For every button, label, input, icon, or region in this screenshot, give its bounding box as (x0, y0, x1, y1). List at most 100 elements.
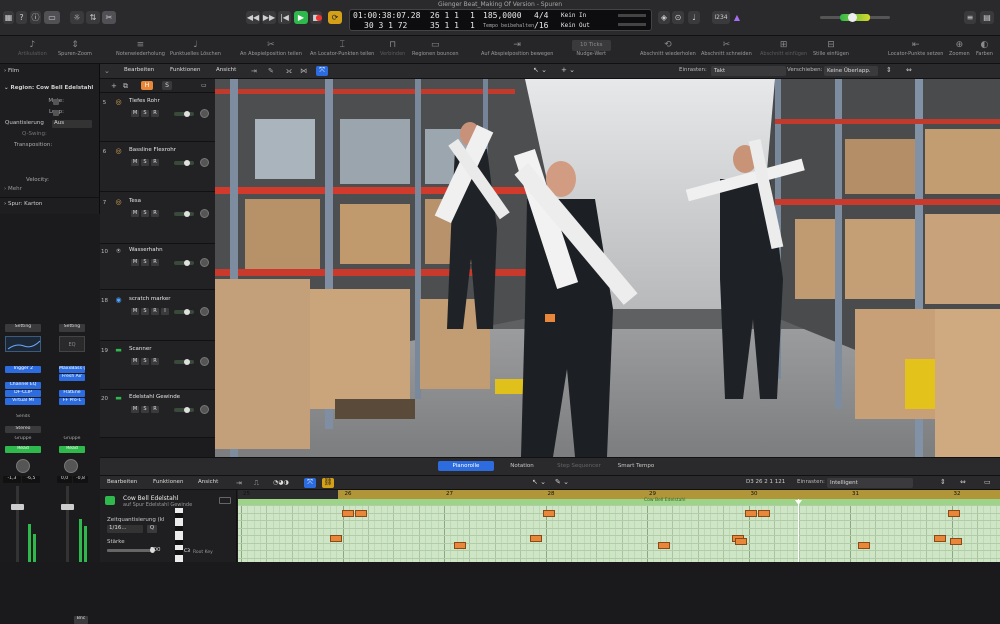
editor-scissors-icon[interactable]: ✂ (102, 11, 116, 24)
pr-link-icon[interactable]: ⛓ (322, 478, 334, 488)
tool-spot-erase[interactable]: ♩ Punktuelles Löschen (170, 40, 221, 57)
tool-bounce[interactable]: ▭ Regionen bouncen (412, 40, 459, 57)
volume-knob[interactable] (848, 13, 857, 22)
cpu-readout[interactable]: I234 (712, 11, 730, 24)
solo-button[interactable]: S (141, 307, 149, 315)
solo-button[interactable]: S (141, 406, 149, 413)
mute-button[interactable]: M (131, 109, 139, 117)
volume-knob[interactable] (184, 407, 190, 413)
track-header[interactable]: 20 ▬ Edelstahl Gewinde M S R (100, 390, 215, 438)
count-in-icon[interactable]: ⊙ (672, 11, 684, 24)
tab-smart-tempo[interactable]: Smart Tempo (612, 461, 660, 471)
track-volume-slider[interactable] (174, 260, 194, 266)
tool-join[interactable]: ⊓ Verbinden (380, 40, 405, 57)
solo-button[interactable]: S (141, 159, 149, 166)
pr-midi-in-icon[interactable]: ⎍ (254, 479, 259, 488)
mute-button[interactable]: M (131, 210, 139, 217)
mute-button[interactable]: M (131, 357, 139, 365)
mute-button[interactable]: M (131, 307, 139, 315)
track-name[interactable]: Tiefes Rohr (129, 98, 160, 104)
waveform-zoom-icon[interactable]: ⋈ (300, 67, 307, 75)
track-volume-slider[interactable] (174, 160, 194, 166)
catch-icon[interactable]: ⇥ (251, 67, 257, 75)
tool-note-repeat[interactable]: ≡ Notenwiederholung (116, 40, 165, 57)
snap-select[interactable]: Takt (711, 66, 786, 76)
track-name[interactable]: Bassline Flexrohr (129, 147, 176, 153)
inspector-track[interactable]: › Spur: Karton (4, 201, 104, 210)
track-volume-slider[interactable] (174, 308, 194, 315)
midi-note[interactable] (530, 535, 542, 542)
track-header[interactable]: 19 ▬ Scanner M S R (100, 341, 215, 390)
ch1-eq-display[interactable] (5, 336, 41, 352)
pr-quantize-button[interactable]: Q (147, 525, 157, 533)
pr-note-grid[interactable] (238, 505, 1000, 562)
ch2-setting[interactable]: Setting (59, 324, 85, 332)
inspector-region[interactable]: ⌄ Region: Cow Bell Edelstahl (4, 85, 104, 94)
ch1-plugin-4[interactable]: Virtual MI (5, 398, 41, 405)
ch1-plugin-3[interactable]: DF-CLIP (5, 390, 41, 397)
ch1-setting[interactable]: Setting (5, 324, 41, 332)
lcd-division[interactable]: /16 (534, 21, 548, 30)
menu-view[interactable]: Ansicht (216, 67, 236, 73)
volume-knob[interactable] (184, 260, 190, 266)
record-enable-button[interactable]: R (151, 357, 159, 365)
loop-checkbox[interactable] (53, 110, 59, 116)
volume-knob[interactable] (184, 160, 190, 166)
pr-velocity-icon[interactable]: ◔◕◑ (273, 479, 289, 486)
to-start-icon[interactable]: |◀ (278, 11, 291, 24)
ch1-pan-knob[interactable] (16, 459, 30, 473)
track-header[interactable]: 6 ◎ Bassline Flexrohr M S R (100, 142, 215, 192)
library-icon[interactable]: ▦ (3, 11, 14, 24)
ch2-name[interactable]: Bnc (74, 616, 88, 624)
tool-repeat-section[interactable]: ⟲ Abschnitt wiederholen (640, 40, 696, 57)
ch2-fader[interactable] (61, 504, 74, 510)
pr-grid-area[interactable]: Cow Bell Edelstahl 25 26 27 28 29 30 31 32 (238, 490, 1000, 562)
mute-button[interactable]: M (131, 259, 139, 266)
track-pan-knob[interactable] (200, 306, 209, 316)
info-icon[interactable]: ⓘ (30, 11, 41, 24)
ch2-plugin-2[interactable]: Fresh Air (59, 374, 85, 381)
toolbar-toggle-icon[interactable]: ▭ (44, 11, 60, 24)
track-name[interactable]: Scanner (129, 346, 152, 352)
record-enable-button[interactable]: R (151, 210, 159, 217)
tool-move-playhead[interactable]: ⇥ Auf Abspielposition bewegen (481, 40, 553, 57)
midi-note[interactable] (948, 510, 960, 517)
solo-button[interactable]: S (141, 259, 149, 266)
sidebar-arrow-icon[interactable]: ⌄ (104, 67, 110, 75)
ch1-plugin-2[interactable]: Channel EQ (5, 382, 41, 389)
tuner-icon[interactable]: ▲ (733, 11, 741, 24)
solo-all-button[interactable]: S (162, 81, 172, 90)
help-icon[interactable]: ? (16, 11, 27, 24)
mute-checkbox[interactable] (53, 99, 59, 105)
midi-note[interactable] (342, 510, 354, 517)
mixer-icon[interactable]: ⇅ (86, 11, 100, 24)
track-pan-knob[interactable] (200, 158, 209, 167)
pr-keyboard[interactable]: C3 Root Key (171, 508, 237, 562)
fast-forward-icon[interactable]: ▶▶ (262, 11, 276, 24)
movie-viewer[interactable] (215, 79, 1000, 457)
quantize-select[interactable]: Aus (52, 120, 92, 128)
midi-note[interactable] (758, 510, 770, 517)
ch2-plugin-1[interactable]: MaxxBass ( (59, 366, 85, 373)
track-volume-slider[interactable] (174, 358, 194, 365)
track-pan-knob[interactable] (200, 258, 209, 267)
input-monitor-button[interactable]: I (161, 307, 169, 315)
ch1-group[interactable]: Gruppe (5, 436, 41, 443)
lcd-display[interactable]: 01:00:38:07.28 30 3 1 72 26 1 1 35 1 1 1… (349, 9, 652, 31)
ch2-eq-display[interactable]: EQ (59, 336, 85, 352)
hide-track-button[interactable]: H (141, 81, 153, 90)
midi-note[interactable] (543, 510, 555, 517)
ch1-automation[interactable]: Read (5, 446, 41, 453)
volume-knob[interactable] (184, 110, 190, 117)
track-name[interactable]: Edelstahl Gewinde (129, 394, 180, 400)
pr-pointer-icon[interactable]: ↖ ⌄ (532, 478, 546, 486)
midi-note[interactable] (330, 535, 342, 542)
ch2-plugin-4[interactable]: FF Pro-L (59, 398, 85, 405)
play-icon[interactable]: ▶ (294, 11, 308, 24)
track-pan-knob[interactable] (200, 108, 209, 118)
lists-icon[interactable]: ≡ (964, 11, 976, 24)
track-volume-slider[interactable] (174, 407, 194, 413)
add-track-icon[interactable]: + (111, 82, 117, 90)
mute-button[interactable]: M (131, 406, 139, 413)
cycle-icon[interactable]: ⟳ (328, 11, 342, 24)
